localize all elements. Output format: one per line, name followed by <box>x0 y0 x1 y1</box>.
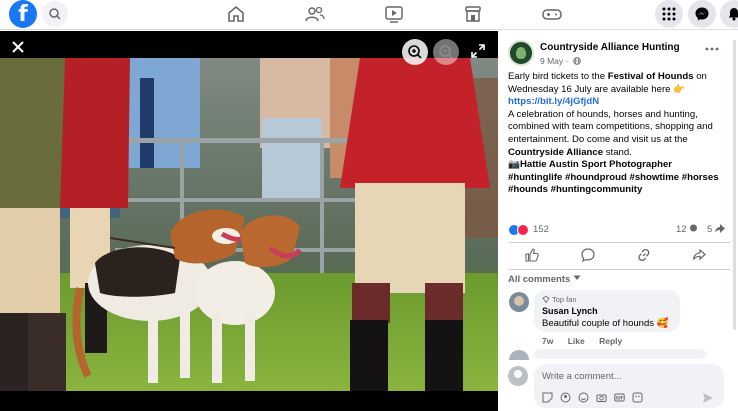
post-details-panel: Countryside Alliance Hunting 9 May · Ear… <box>498 31 738 411</box>
shares-count-value: 5 <box>707 224 713 235</box>
nav-marketplace[interactable] <box>461 2 485 26</box>
share-icon[interactable] <box>691 247 707 263</box>
comment-like-button[interactable]: Like <box>568 336 585 346</box>
comment-bubble <box>534 349 706 359</box>
gaming-icon <box>542 9 562 20</box>
post-text-bold: Festival of Hounds <box>607 71 694 82</box>
zoom-in-icon <box>408 45 422 59</box>
reactions-summary[interactable]: 152 12 5 <box>508 223 730 237</box>
comment-text: Beautiful couple of hounds 🥰 <box>542 318 669 329</box>
comment-time[interactable]: 7w <box>542 336 553 346</box>
post-photo[interactable] <box>0 58 498 391</box>
comment-actions: 7w Like Reply <box>542 336 634 346</box>
gif-icon[interactable]: GIF <box>614 392 625 403</box>
friends-icon <box>305 6 325 22</box>
reactions-count: 152 <box>533 224 549 235</box>
fullscreen-icon[interactable] <box>470 43 486 59</box>
comment-count-icon <box>690 224 698 232</box>
panel-scrollbar[interactable] <box>733 40 736 330</box>
menu-grid-icon <box>662 7 676 21</box>
marketplace-icon <box>465 6 481 22</box>
menu-button[interactable] <box>655 0 683 28</box>
love-reaction-icon <box>517 224 529 236</box>
notifications-button[interactable] <box>720 0 738 28</box>
emoji-icon[interactable] <box>578 392 589 403</box>
page-name[interactable]: Countryside Alliance Hunting <box>540 42 680 53</box>
comments-count-value: 12 <box>676 224 687 235</box>
divider <box>508 242 730 243</box>
nav-friends[interactable] <box>303 2 327 26</box>
divider <box>508 269 730 270</box>
comment-icon[interactable] <box>580 247 596 263</box>
zoom-out-button[interactable] <box>433 39 459 65</box>
post-text-segment: A celebration of hounds, horses and hunt… <box>508 108 713 145</box>
chevron-down-icon <box>573 275 581 280</box>
post-date-text: 9 May · <box>540 56 569 66</box>
avatar[interactable] <box>509 292 529 312</box>
comments-count[interactable]: 12 <box>676 224 698 235</box>
comment-composer: GIF <box>498 360 738 411</box>
photo-viewer <box>0 31 498 411</box>
sticker-face-icon[interactable] <box>632 392 643 403</box>
post-text-segment: Early bird tickets to the <box>508 71 608 82</box>
messenger-button[interactable] <box>688 0 716 28</box>
top-fan-badge: Top fan <box>542 295 577 304</box>
avatar[interactable] <box>508 366 528 386</box>
bell-icon <box>728 8 738 21</box>
post-body: Early bird tickets to the Festival of Ho… <box>508 71 730 197</box>
globe-icon <box>572 57 581 65</box>
comment-bubble: Top fan Susan Lynch Beautiful couple of … <box>534 290 680 332</box>
comment-filter[interactable]: All comments <box>508 274 581 285</box>
sticker-icon[interactable] <box>542 392 553 403</box>
search-button[interactable] <box>42 1 68 27</box>
search-icon <box>49 8 61 20</box>
comment-author[interactable]: Susan Lynch <box>542 306 598 316</box>
top-navigation-bar: f <box>0 0 738 30</box>
badge-icon <box>542 296 550 304</box>
avatar-sticker-icon[interactable] <box>560 392 571 403</box>
top-fan-label: Top fan <box>551 295 577 304</box>
photo-credit: 📷Hattie Austin Sport Photographer <box>508 159 673 171</box>
post-text-bold: Countryside Alliance <box>508 146 604 158</box>
facebook-logo[interactable]: f <box>9 0 37 28</box>
messenger-icon <box>695 7 709 21</box>
post-hashtags[interactable]: #huntinglife #houndproud #showtime #hors… <box>508 172 719 196</box>
avatar <box>509 350 529 360</box>
close-icon[interactable] <box>8 37 28 57</box>
home-icon <box>228 5 244 22</box>
page-avatar[interactable] <box>508 40 534 66</box>
post-text-segment: stand. <box>603 146 632 158</box>
watch-icon <box>385 6 403 23</box>
nav-gaming[interactable] <box>540 2 564 26</box>
share-count-icon <box>714 224 725 233</box>
post-date[interactable]: 9 May · <box>540 56 581 66</box>
send-icon[interactable] <box>702 392 714 404</box>
comment-reply-button[interactable]: Reply <box>599 336 622 346</box>
like-icon[interactable] <box>524 247 540 263</box>
camera-icon[interactable] <box>596 392 607 403</box>
zoom-out-icon <box>439 45 453 59</box>
comment-filter-label: All comments <box>508 274 571 285</box>
nav-watch[interactable] <box>382 2 406 26</box>
svg-text:GIF: GIF <box>616 395 624 400</box>
zoom-in-button[interactable] <box>402 39 428 65</box>
more-options-icon[interactable] <box>704 44 720 54</box>
nav-home[interactable] <box>224 2 248 26</box>
post-link[interactable]: https://bit.ly/4jGfjdN <box>508 96 599 107</box>
shares-count[interactable]: 5 <box>707 224 725 235</box>
link-icon[interactable] <box>636 247 652 263</box>
